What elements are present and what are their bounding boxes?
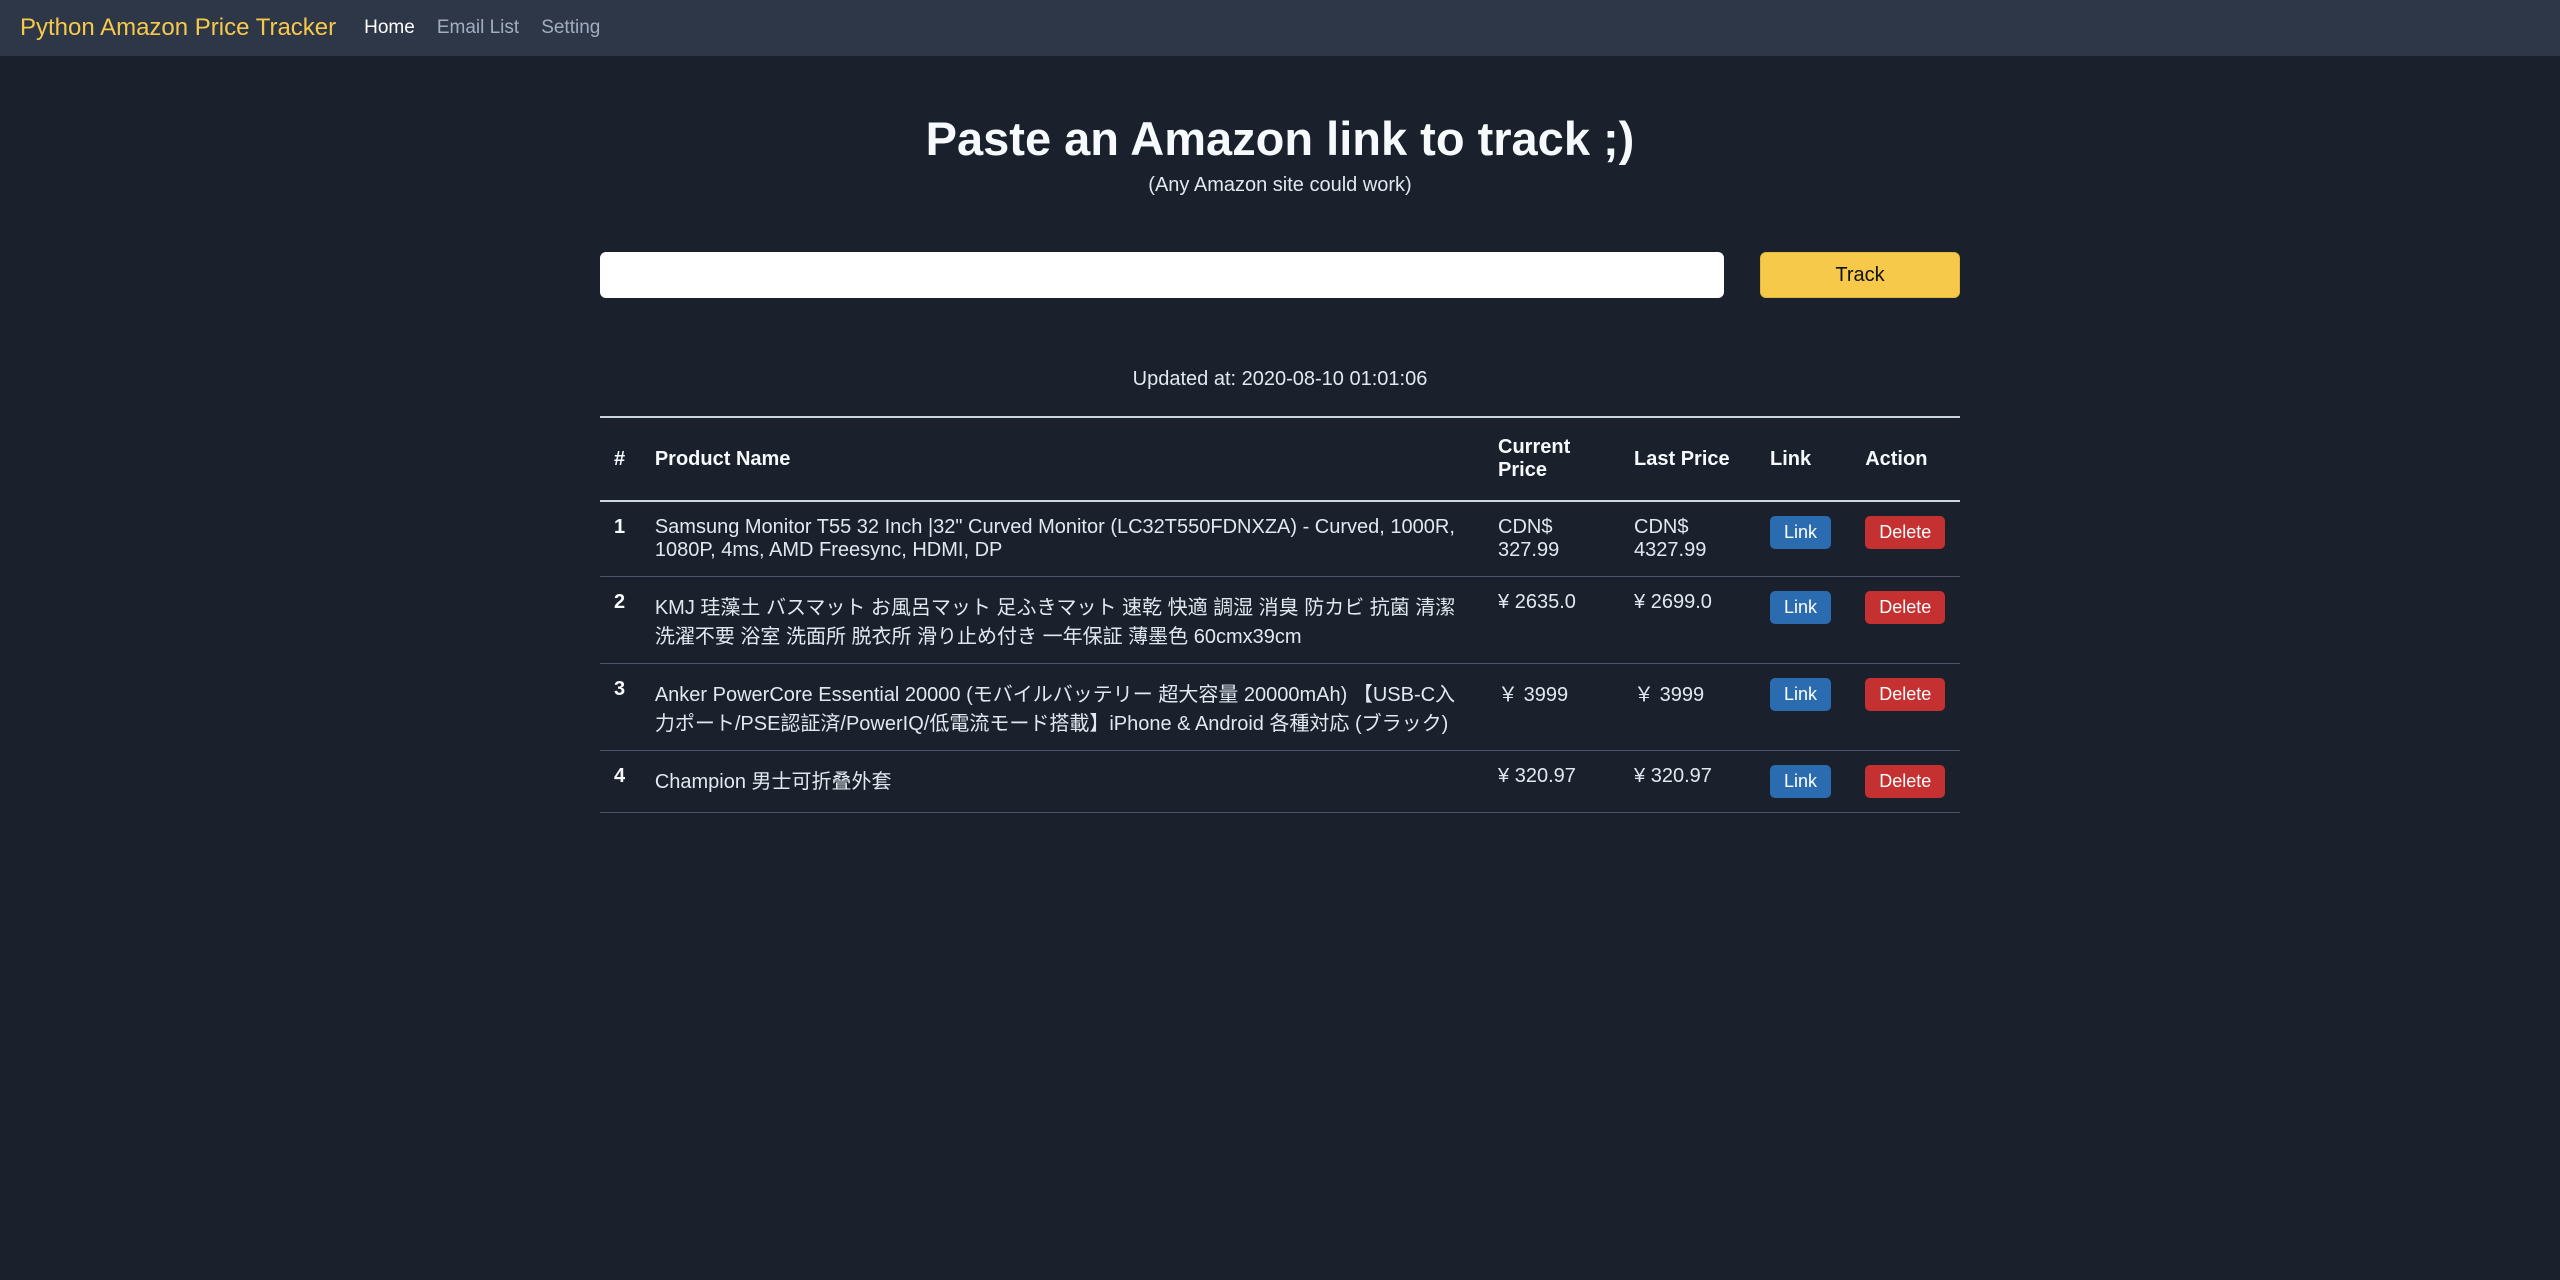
th-index: # xyxy=(600,417,641,501)
link-button[interactable]: Link xyxy=(1770,516,1831,549)
link-button[interactable]: Link xyxy=(1770,591,1831,624)
row-current-price: CDN$ 327.99 xyxy=(1484,501,1620,577)
row-name: Champion 男士可折叠外套 xyxy=(641,751,1484,813)
row-action-cell: Delete xyxy=(1851,577,1960,664)
row-last-price: CDN$ 4327.99 xyxy=(1620,501,1756,577)
navbar: Python Amazon Price Tracker Home Email L… xyxy=(0,0,2560,56)
hero: Paste an Amazon link to track ;) (Any Am… xyxy=(600,56,1960,197)
delete-button[interactable]: Delete xyxy=(1865,591,1945,624)
link-button[interactable]: Link xyxy=(1770,678,1831,711)
products-table: # Product Name Current Price Last Price … xyxy=(600,416,1960,813)
table-row: 4Champion 男士可折叠外套¥ 320.97¥ 320.97LinkDel… xyxy=(600,751,1960,813)
row-link-cell: Link xyxy=(1756,664,1851,751)
row-last-price: ¥ 2699.0 xyxy=(1620,577,1756,664)
delete-button[interactable]: Delete xyxy=(1865,516,1945,549)
th-current: Current Price xyxy=(1484,417,1620,501)
row-link-cell: Link xyxy=(1756,501,1851,577)
link-button[interactable]: Link xyxy=(1770,765,1831,798)
row-index: 3 xyxy=(600,664,641,751)
row-index: 2 xyxy=(600,577,641,664)
th-last: Last Price xyxy=(1620,417,1756,501)
row-current-price: ¥ 320.97 xyxy=(1484,751,1620,813)
th-name: Product Name xyxy=(641,417,1484,501)
main-container: Paste an Amazon link to track ;) (Any Am… xyxy=(580,56,1980,813)
url-input[interactable] xyxy=(600,252,1724,298)
row-name: Anker PowerCore Essential 20000 (モバイルバッテ… xyxy=(641,664,1484,751)
row-current-price: ￥ 3999 xyxy=(1484,664,1620,751)
brand: Python Amazon Price Tracker xyxy=(20,14,336,42)
row-action-cell: Delete xyxy=(1851,664,1960,751)
row-current-price: ¥ 2635.0 xyxy=(1484,577,1620,664)
row-name: KMJ 珪藻土 バスマット お風呂マット 足ふきマット 速乾 快適 調湿 消臭 … xyxy=(641,577,1484,664)
row-index: 1 xyxy=(600,501,641,577)
table-row: 3Anker PowerCore Essential 20000 (モバイルバッ… xyxy=(600,664,1960,751)
row-last-price: ¥ 320.97 xyxy=(1620,751,1756,813)
row-index: 4 xyxy=(600,751,641,813)
nav-setting[interactable]: Setting xyxy=(541,17,600,39)
th-link: Link xyxy=(1756,417,1851,501)
row-link-cell: Link xyxy=(1756,751,1851,813)
nav-home[interactable]: Home xyxy=(364,17,415,39)
track-button[interactable]: Track xyxy=(1760,252,1960,298)
nav-links: Home Email List Setting xyxy=(364,17,600,39)
row-link-cell: Link xyxy=(1756,577,1851,664)
page-subtitle: (Any Amazon site could work) xyxy=(600,174,1960,197)
row-action-cell: Delete xyxy=(1851,751,1960,813)
th-action: Action xyxy=(1851,417,1960,501)
row-action-cell: Delete xyxy=(1851,501,1960,577)
delete-button[interactable]: Delete xyxy=(1865,678,1945,711)
row-last-price: ￥ 3999 xyxy=(1620,664,1756,751)
row-name: Samsung Monitor T55 32 Inch |32" Curved … xyxy=(641,501,1484,577)
track-form: Track xyxy=(600,252,1960,298)
nav-email-list[interactable]: Email List xyxy=(437,17,519,39)
table-row: 1Samsung Monitor T55 32 Inch |32" Curved… xyxy=(600,501,1960,577)
updated-at: Updated at: 2020-08-10 01:01:06 xyxy=(600,368,1960,391)
delete-button[interactable]: Delete xyxy=(1865,765,1945,798)
table-row: 2KMJ 珪藻土 バスマット お風呂マット 足ふきマット 速乾 快適 調湿 消臭… xyxy=(600,577,1960,664)
page-title: Paste an Amazon link to track ;) xyxy=(600,111,1960,166)
